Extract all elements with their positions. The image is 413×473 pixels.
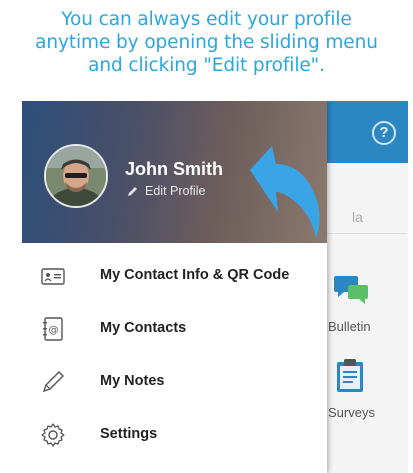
caption-line-1: You can always edit your profile [61, 9, 352, 30]
avatar-photo [46, 146, 106, 206]
user-name: John Smith [125, 159, 223, 179]
clipboard-icon[interactable] [335, 357, 365, 393]
instruction-caption: You can always edit your profile anytime… [0, 8, 413, 77]
menu-label-contact-info: My Contact Info & QR Code [100, 267, 290, 283]
avatar[interactable] [44, 144, 108, 208]
caption-line-2: anytime by opening the sliding menu [35, 32, 378, 53]
pencil-icon [42, 371, 64, 393]
search-underline [327, 233, 407, 234]
menu-label-my-contacts: My Contacts [100, 320, 187, 336]
caption-line-3: and clicking "Edit profile". [88, 55, 325, 76]
menu-item-contact-info[interactable]: My Contact Info & QR Code [22, 251, 327, 303]
address-book-icon: @ [43, 317, 63, 341]
svg-text:@: @ [49, 325, 59, 336]
phone-screen: ? la Bulletin Surveys John Smith Edit Pr… [22, 101, 408, 473]
menu-label-my-notes: My Notes [100, 373, 165, 389]
tile-label-surveys: Surveys [328, 405, 375, 420]
edit-profile-link[interactable]: Edit Profile [127, 184, 205, 198]
edit-profile-label: Edit Profile [145, 184, 206, 198]
menu-item-my-contacts[interactable]: @ My Contacts [22, 304, 327, 356]
menu-item-my-notes[interactable]: My Notes [22, 357, 327, 409]
gear-icon [41, 423, 65, 447]
menu-item-settings[interactable]: Settings [22, 410, 327, 462]
help-icon[interactable]: ? [372, 121, 396, 145]
chat-bubbles-icon[interactable] [334, 273, 370, 307]
menu-label-settings: Settings [100, 426, 158, 442]
tile-label-bulletin: Bulletin [328, 319, 371, 334]
search-placeholder-fragment: la [352, 209, 363, 225]
contact-card-icon [41, 268, 65, 285]
pointer-arrow-icon [250, 146, 320, 238]
pencil-icon [128, 187, 137, 196]
